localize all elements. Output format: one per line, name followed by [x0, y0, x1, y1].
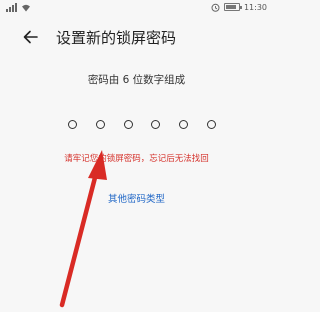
pin-dot [179, 120, 189, 129]
pin-input[interactable] [68, 120, 216, 132]
cellular-signal-icon [6, 2, 17, 12]
wifi-icon [22, 4, 30, 11]
pin-dot [206, 120, 216, 129]
status-left [6, 1, 31, 13]
remember-password-warning: 请牢记您的锁屏密码，忘记后无法找回 [64, 154, 209, 164]
pin-length-hint: 密码由 6 位数字组成 [87, 74, 186, 86]
pin-dot [151, 120, 161, 129]
back-arrow-icon[interactable] [22, 28, 40, 46]
status-right: 11:30 [211, 1, 267, 13]
alarm-icon [211, 3, 220, 12]
status-time: 11:30 [243, 2, 267, 12]
pin-dot [95, 120, 105, 129]
status-bar: 11:30 [0, 0, 273, 14]
pin-dot [123, 120, 133, 129]
page-title: 设置新的锁屏密码 [56, 29, 177, 47]
pin-dot [68, 120, 77, 129]
other-password-type-link[interactable]: 其他密码类型 [0, 191, 273, 205]
battery-icon [223, 3, 242, 11]
header: 设置新的锁屏密码 [0, 22, 273, 52]
battery-level [225, 5, 236, 9]
annotation-arrow-shaft [59, 163, 101, 308]
